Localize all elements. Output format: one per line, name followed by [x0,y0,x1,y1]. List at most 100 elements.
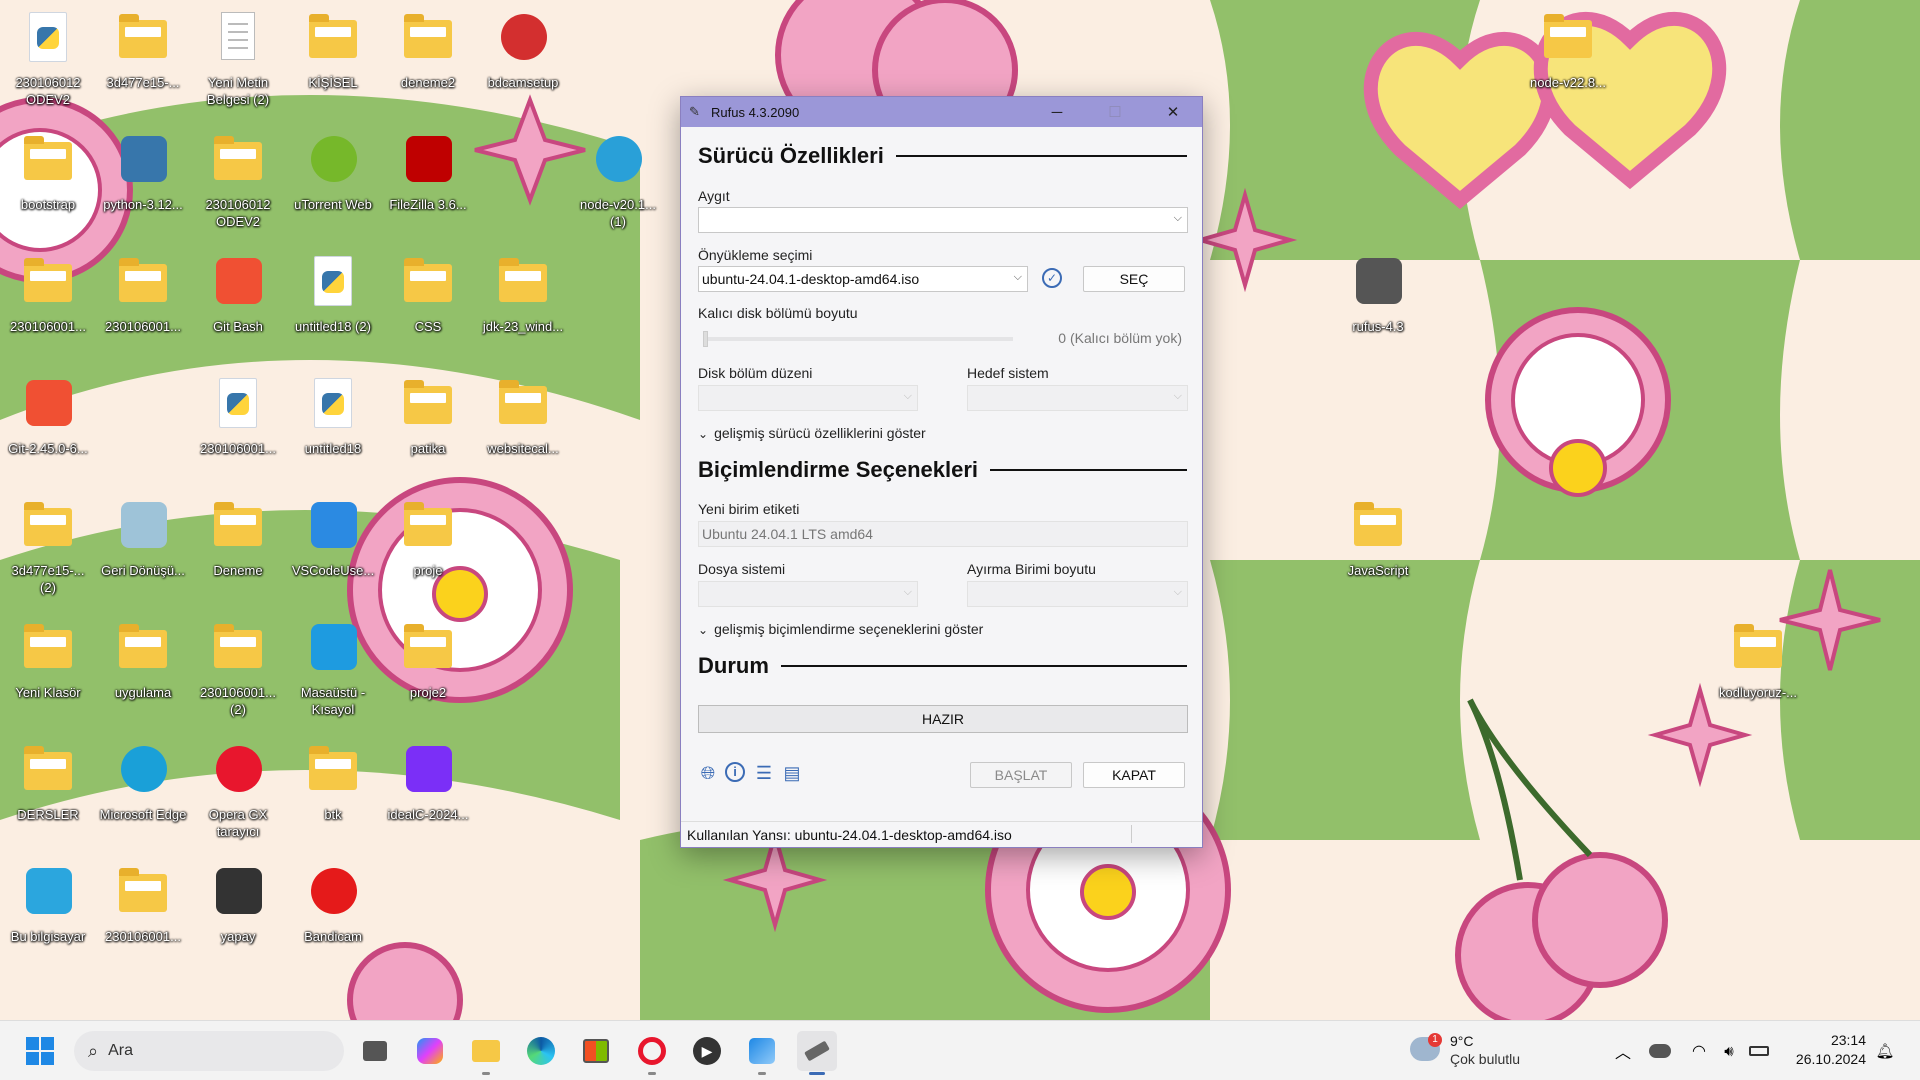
close-window-button[interactable]: ✕ [1144,97,1202,127]
desktop-icon[interactable]: 230106012 ODEV2 [192,130,284,230]
desktop-icon[interactable]: btk [287,740,379,823]
desktop-icon[interactable]: 3d477e15-... [97,8,189,91]
desktop-icon[interactable]: yapay [192,862,284,945]
status-section: Durum [698,653,1187,679]
desktop-icon[interactable]: 230106001... [2,252,94,335]
desktop-icon[interactable]: FileZilla 3.6... [382,130,474,213]
desktop-icon[interactable]: uTorrent Web [287,130,379,213]
partition-scheme-dropdown: ⌵ [698,385,918,411]
desktop-icon[interactable]: 230106001... (2) [192,618,284,718]
desktop-icon[interactable]: DERSLER [2,740,94,823]
drive-properties-section: Sürücü Özellikleri [698,143,1187,169]
desktop-icon-label: Git-2.45.0-6... [8,441,88,456]
vscode-icon [302,496,364,558]
desktop-icon-label: idealC-2024... [387,807,469,822]
copilot-icon[interactable] [410,1031,450,1071]
desktop-icon[interactable]: bootstrap [2,130,94,213]
desktop-icon[interactable]: Geri Dönüşü... [97,496,189,579]
check-hash-icon[interactable]: ✓ [1042,268,1062,288]
desktop-icon[interactable]: proje2 [382,618,474,701]
folder-icon [17,740,79,802]
notification-bell-icon[interactable]: 🔔︎ [1870,1031,1900,1071]
taskbar-search-box[interactable]: ⌕ Ara [74,1031,344,1071]
about-info-icon[interactable]: i [725,762,745,782]
desktop-icon[interactable]: kodluyoruz-... [1712,618,1804,701]
desktop-icon-label: patika [410,441,446,456]
desktop-icon[interactable]: Masaüstü - Kısayol [287,618,379,718]
desktop-icon[interactable]: CSS [382,252,474,335]
edge-icon[interactable] [521,1031,561,1071]
log-icon[interactable]: ▤ [781,762,803,784]
desktop-icon[interactable]: untitled18 [287,374,379,457]
language-globe-icon[interactable]: 🌐︎ [697,762,719,784]
store-icon[interactable] [576,1031,616,1071]
clock[interactable]: 23:14 26.10.2024 [1796,1031,1866,1069]
close-button[interactable]: KAPAT [1083,762,1185,788]
desktop-icon[interactable]: Bu bilgisayar [2,862,94,945]
desktop-icon[interactable]: 230106001... [192,374,284,457]
photos-icon[interactable] [742,1031,782,1075]
desktop-icon[interactable]: node-v20.1... (1) [572,130,664,230]
desktop-icon-label: VSCodeUse... [291,563,375,578]
task-view-icon[interactable] [355,1031,395,1071]
onedrive-icon[interactable] [1642,1031,1678,1071]
select-button[interactable]: SEÇ [1083,266,1185,292]
start-button[interactable] [20,1031,60,1071]
volume-icon[interactable]: 🔊︎ [1714,1031,1744,1071]
desktop-icon[interactable]: patika [382,374,474,457]
desktop-icon[interactable]: bdcamsetup [477,8,569,91]
desktop-icon[interactable]: KİŞİSEL [287,8,379,91]
file-explorer-icon[interactable] [466,1031,506,1075]
device-label: Aygıt [698,188,730,204]
desktop-icon[interactable]: 230106001... [97,862,189,945]
disc-image-icon [587,130,649,192]
desktop-icon[interactable]: VSCodeUse... [287,496,379,579]
clock-time: 23:14 [1830,1032,1866,1048]
advanced-drive-toggle[interactable]: ⌄ gelişmiş sürücü özelliklerini göster [698,425,926,441]
desktop-icon[interactable]: Microsoft Edge [97,740,189,823]
rufus-taskbar-icon[interactable] [797,1031,837,1075]
desktop-icon[interactable]: Opera GX tarayıcı [192,740,284,840]
start-button: BAŞLAT [970,762,1072,788]
desktop-icon[interactable]: Bandicam [287,862,379,945]
desktop-icon[interactable]: Git Bash [192,252,284,335]
desktop-icon[interactable]: Yeni Klasör [2,618,94,701]
show-hidden-icons-chevron-icon[interactable]: ︿ [1603,1031,1643,1071]
desktop-icon[interactable]: idealC-2024... [382,740,474,823]
boot-selection-dropdown[interactable]: ubuntu-24.04.1-desktop-amd64.iso ⌵ [698,266,1028,292]
minimize-button[interactable]: ─ [1028,97,1086,127]
desktop-icon[interactable]: Git-2.45.0-6... [2,374,94,457]
windows-logo-icon [26,1037,54,1065]
desktop-icon[interactable]: uygulama [97,618,189,701]
desktop-icon[interactable]: rufus-4.3 [1332,252,1424,335]
chevron-down-icon: ⌵ [1173,212,1182,224]
desktop-icon[interactable]: node-v22.8... [1522,8,1614,91]
weather-widget[interactable]: 1 9°C Çok bulutlu [1410,1031,1540,1071]
settings-sliders-icon[interactable]: ☰ [753,762,775,784]
wifi-icon[interactable]: ◠ [1684,1031,1714,1071]
folder-icon [492,252,554,314]
title-bar[interactable]: ✎ Rufus 4.3.2090 ─ ☐ ✕ [681,97,1202,127]
desktop-icon[interactable]: jdk-23_wind... [477,252,569,335]
desktop-icon[interactable]: proje [382,496,474,579]
desktop-icon[interactable]: JavaScript [1332,496,1424,579]
rufus-window: ✎ Rufus 4.3.2090 ─ ☐ ✕ Sürücü Özellikler… [680,96,1203,848]
battery-icon[interactable] [1744,1031,1774,1071]
desktop-icon-label: rufus-4.3 [1352,319,1404,334]
folder-icon [397,374,459,436]
desktop-icon[interactable]: Deneme [192,496,284,579]
device-dropdown[interactable]: ⌵ [698,207,1188,233]
opera-gx-icon[interactable] [632,1031,672,1075]
desktop-icon[interactable]: deneme2 [382,8,474,91]
desktop-icon[interactable]: Yeni Metin Belgesi (2) [192,8,284,108]
desktop-icon[interactable]: 230106001... [97,252,189,335]
desktop-icon[interactable]: 230106012 ODEV2 [2,8,94,108]
advanced-format-toggle[interactable]: ⌄ gelişmiş biçimlendirme seçeneklerini gö… [698,621,983,637]
window-title: Rufus 4.3.2090 [711,104,800,120]
media-player-icon[interactable]: ▶ [687,1031,727,1071]
desktop-icon[interactable]: websitecal... [477,374,569,457]
folder-icon [17,252,79,314]
desktop-icon[interactable]: python-3.12... [97,130,189,213]
desktop-icon[interactable]: untitled18 (2) [287,252,379,335]
desktop-icon[interactable]: 3d477e15-... (2) [2,496,94,596]
